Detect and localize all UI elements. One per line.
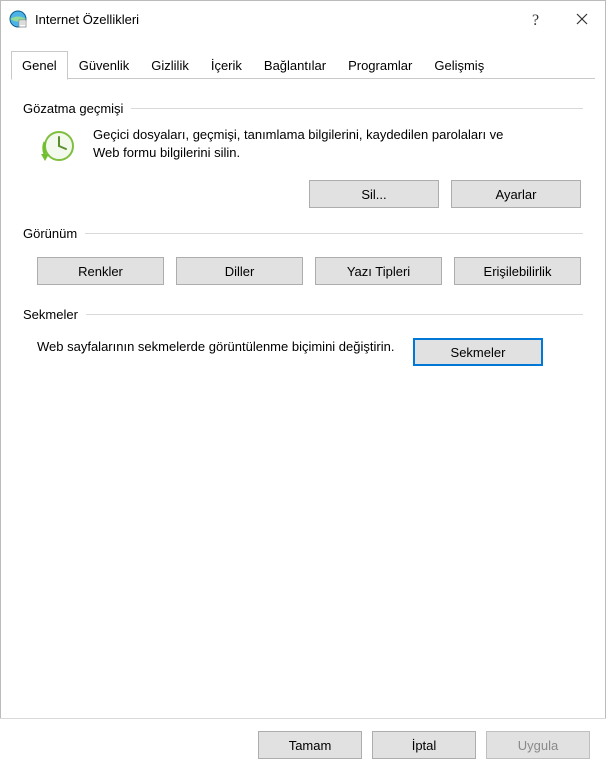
button-label: Ayarlar [496,187,537,202]
tab-label: Güvenlik [79,58,130,73]
tab-strip: Genel Güvenlik Gizlilik İçerik Bağlantıl… [1,37,605,79]
group-title-text: Sekmeler [23,307,86,322]
tab-label: Gelişmiş [434,58,484,73]
button-label: Diller [225,264,255,279]
button-label: Tamam [289,738,332,753]
svg-text:?: ? [532,12,539,28]
button-label: Uygula [518,738,558,753]
tab-label: Genel [22,58,57,73]
cancel-button[interactable]: İptal [372,731,476,759]
tab-label: Programlar [348,58,412,73]
button-label: Yazı Tipleri [347,264,410,279]
tab-content[interactable]: İçerik [200,51,253,79]
accessibility-button[interactable]: Erişilebilirlik [454,257,581,285]
tabs-description: Web sayfalarının sekmelerde görüntülenme… [37,338,397,356]
tab-connections[interactable]: Bağlantılar [253,51,337,79]
tab-advanced[interactable]: Gelişmiş [423,51,495,79]
delete-history-button[interactable]: Sil... [309,180,439,208]
tab-panel-general: Gözatma geçmişi Geçici dosyaları, geçmiş… [1,79,605,376]
group-tabs: Sekmeler [23,307,583,322]
group-browsing-history: Gözatma geçmişi [23,101,583,116]
group-title-text: Görünüm [23,226,85,241]
tab-label: İçerik [211,58,242,73]
group-title-text: Gözatma geçmişi [23,101,131,116]
tab-security[interactable]: Güvenlik [68,51,141,79]
close-button[interactable] [559,1,605,37]
group-divider [85,233,583,234]
group-divider [131,108,583,109]
apply-button[interactable]: Uygula [486,731,590,759]
colors-button[interactable]: Renkler [37,257,164,285]
tab-general[interactable]: Genel [11,51,68,80]
group-appearance: Görünüm [23,226,583,241]
tab-privacy[interactable]: Gizlilik [140,51,200,79]
tabs-settings-button[interactable]: Sekmeler [413,338,543,366]
button-label: Renkler [78,264,123,279]
history-settings-button[interactable]: Ayarlar [451,180,581,208]
group-divider [86,314,583,315]
button-label: Sil... [361,187,386,202]
dialog-footer: Tamam İptal Uygula [0,718,606,773]
tab-label: Gizlilik [151,58,189,73]
ok-button[interactable]: Tamam [258,731,362,759]
tab-label: Bağlantılar [264,58,326,73]
fonts-button[interactable]: Yazı Tipleri [315,257,442,285]
button-label: İptal [412,738,437,753]
languages-button[interactable]: Diller [176,257,303,285]
internet-options-icon [9,10,27,28]
tab-programs[interactable]: Programlar [337,51,423,79]
button-label: Erişilebilirlik [484,264,552,279]
history-clock-icon [37,128,77,168]
titlebar: Internet Özellikleri ? [1,1,605,37]
button-label: Sekmeler [451,345,506,360]
help-button[interactable]: ? [513,1,559,37]
history-description: Geçici dosyaları, geçmişi, tanımlama bil… [93,126,523,161]
window-title: Internet Özellikleri [35,12,139,27]
